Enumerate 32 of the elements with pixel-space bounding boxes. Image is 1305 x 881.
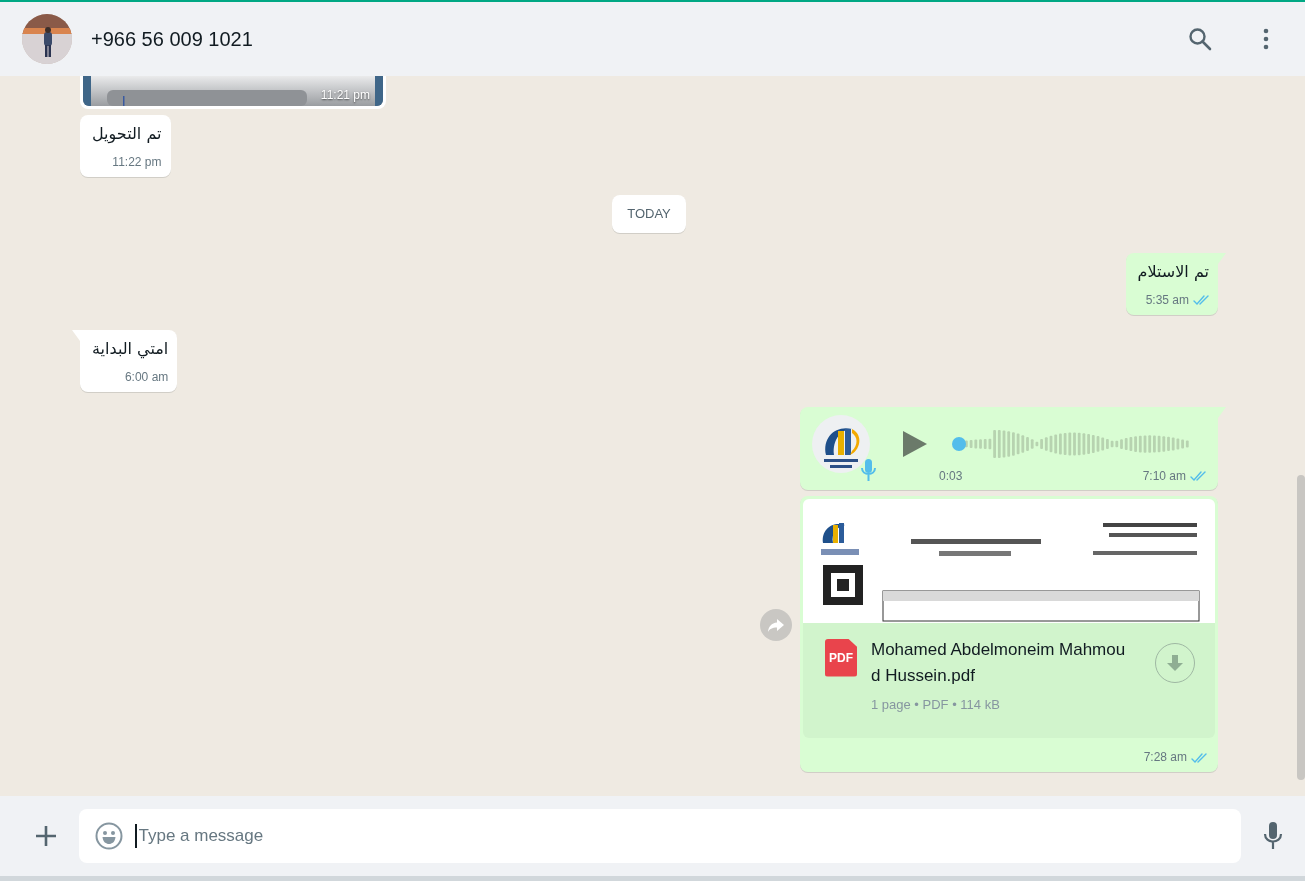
plus-icon [35, 825, 57, 847]
message-time: 11:21 pm [320, 87, 370, 104]
message-time: 11:22 pm [112, 154, 162, 171]
search-icon [1188, 27, 1212, 51]
voice-record-button[interactable] [1263, 822, 1283, 850]
download-icon [1166, 653, 1184, 672]
play-button[interactable] [903, 430, 927, 457]
forward-button[interactable] [760, 608, 792, 641]
forward-icon [767, 616, 785, 633]
message-text: تم التحويل [92, 123, 162, 146]
message-text: تم الاستلام [1137, 260, 1209, 283]
emoji-icon [95, 822, 123, 850]
slider-thumb[interactable] [952, 436, 966, 451]
message-time: 5:35 am [1145, 291, 1189, 309]
audio-duration: 0:03 [939, 467, 963, 485]
message-text: امتي البداية [92, 337, 169, 361]
pdf-icon: PDF [825, 638, 857, 677]
play-icon [903, 430, 927, 457]
message-time: 7:28 am [1143, 749, 1187, 766]
emoji-button[interactable] [95, 822, 123, 850]
file-name: Mohamed Abdelmoneim Mahmoud Hussein.pdf [871, 638, 1127, 687]
menu-icon [1263, 28, 1269, 50]
attach-button[interactable] [35, 825, 57, 847]
microphone-icon [1263, 822, 1283, 850]
search-button[interactable] [1188, 27, 1212, 51]
microphone-icon [861, 458, 876, 481]
message-time: 6:00 am [124, 368, 169, 386]
message-time: 7:10 am [1142, 467, 1186, 485]
contact-name: +966 56 009 1021 [91, 27, 254, 52]
file-details: 1 page • PDF • 114 kB [871, 695, 1001, 714]
message-field[interactable]: Type a message [79, 809, 1241, 863]
menu-button[interactable] [1263, 28, 1269, 50]
